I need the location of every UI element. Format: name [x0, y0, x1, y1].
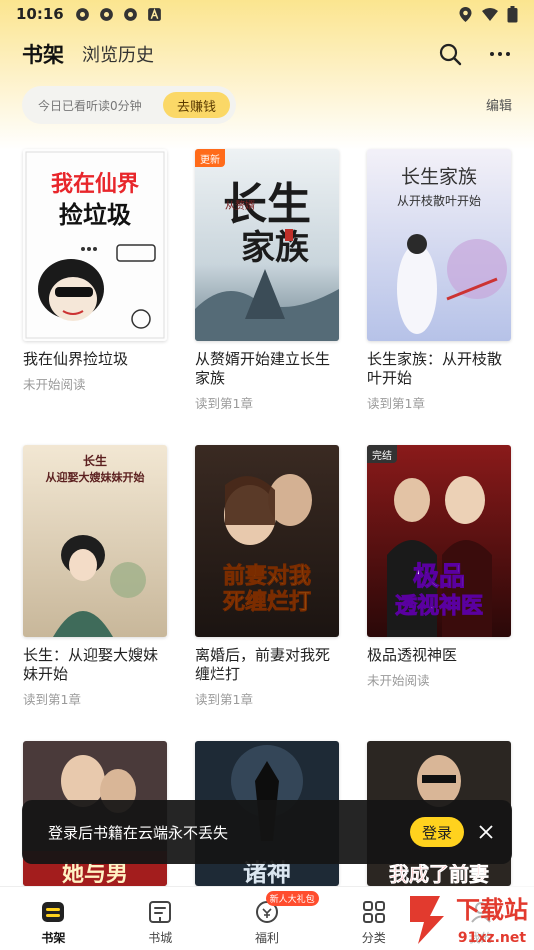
book-cover[interactable]: 我在仙界 捡垃圾: [23, 149, 167, 341]
earn-money-button[interactable]: 去赚钱: [162, 92, 230, 118]
app-notification-icon: [147, 7, 161, 21]
status-bar: 10:16: [0, 0, 534, 28]
close-icon[interactable]: [464, 810, 508, 854]
location-icon: [459, 6, 472, 22]
category-icon: [362, 901, 385, 923]
notification-icon: [99, 7, 113, 21]
nav-bookshelf[interactable]: 书架: [0, 887, 107, 950]
svg-text:捡垃圾: 捡垃圾: [59, 201, 131, 229]
svg-text:长生家族: 长生家族: [401, 166, 477, 188]
edit-button[interactable]: 编辑: [486, 95, 512, 114]
book-card[interactable]: 长生家族 从开枝散叶开始 长生家族：从开枝散叶开始 读到第1章: [367, 149, 513, 412]
tab-browse-history[interactable]: 浏览历史: [82, 41, 154, 67]
cover-title: 她与男: [62, 861, 128, 886]
book-store-icon: [149, 901, 172, 923]
book-cover[interactable]: 长生 从迎娶大嫂妹妹开始: [23, 445, 167, 637]
status-time: 10:16: [16, 5, 64, 23]
toast-message: 登录后书籍在云端永不丢失: [48, 823, 229, 842]
completed-tag: 完结: [367, 445, 397, 463]
more-icon[interactable]: [488, 42, 512, 66]
book-progress: 读到第1章: [195, 396, 253, 411]
svg-text:家族: 家族: [241, 228, 309, 268]
book-cover[interactable]: 长生家族 从开枝散叶开始: [367, 149, 511, 341]
notification-icon: [75, 7, 89, 21]
nav-bookstore[interactable]: 书城: [107, 887, 214, 950]
svg-text:前妻对我: 前妻对我: [223, 563, 311, 589]
book-progress: 未开始阅读: [367, 673, 430, 688]
nav-label: 分类: [361, 931, 386, 945]
update-tag: 更新: [195, 149, 225, 167]
book-title: 极品透视神医: [367, 646, 458, 664]
book-title: 从赘婿开始建立长生家族: [195, 350, 331, 387]
nav-label: 福利: [254, 931, 279, 945]
book-title: 离婚后，前妻对我死缠烂打: [195, 646, 331, 683]
book-card[interactable]: 长生 家族 从赘婿 更新 从赘婿开始建立长生家族 读到第1章: [195, 149, 341, 412]
book-cover[interactable]: 长生 家族 从赘婿 更新: [195, 149, 339, 341]
bookshelf-icon: [42, 902, 65, 922]
book-progress: 读到第1章: [195, 692, 253, 707]
login-toast: 登录后书籍在云端永不丢失 登录: [22, 800, 512, 864]
nav-welfare[interactable]: 福利 新人大礼包: [214, 887, 321, 950]
svg-text:极品: 极品: [413, 562, 465, 592]
nav-label: 书城: [148, 931, 173, 945]
book-cover[interactable]: 前妻对我 死缠烂打: [195, 445, 339, 637]
watermark-text: 下载站: [456, 896, 528, 924]
search-icon[interactable]: [438, 42, 462, 66]
svg-text:长生: 长生: [83, 453, 107, 468]
book-progress: 读到第1章: [367, 396, 425, 411]
svg-text:死缠烂打: 死缠烂打: [223, 589, 311, 615]
book-card[interactable]: 前妻对我 死缠烂打 离婚后，前妻对我死缠烂打 读到第1章: [195, 445, 341, 708]
book-title: 我在仙界捡垃圾: [23, 350, 129, 368]
book-title: 长生：从迎娶大嫂妹妹开始: [23, 646, 159, 683]
svg-text:从赘婿: 从赘婿: [225, 199, 255, 212]
login-button[interactable]: 登录: [409, 817, 464, 847]
nav-label: 书架: [41, 931, 66, 945]
reading-time-text: 今日已看听读0分钟: [38, 98, 142, 113]
tab-bookshelf[interactable]: 书架: [22, 39, 64, 69]
watermark-logo: 下载站 91xz.net: [404, 886, 534, 950]
svg-text:我在仙界: 我在仙界: [51, 171, 139, 197]
book-progress: 未开始阅读: [23, 377, 86, 392]
battery-icon: [507, 5, 518, 22]
top-bar: 书架 浏览历史: [0, 36, 534, 72]
watermark-url: 91xz.net: [458, 930, 526, 946]
cover-title: 我成了前妻: [389, 862, 489, 886]
book-progress: 读到第1章: [23, 692, 81, 707]
book-title: 长生家族：从开枝散叶开始: [367, 350, 503, 387]
book-cover[interactable]: 极品 透视神医 完结: [367, 445, 511, 637]
svg-text:透视神医: 透视神医: [395, 593, 483, 619]
book-card[interactable]: 我在仙界 捡垃圾 我在仙界捡垃圾 未开始阅读: [23, 149, 169, 393]
notification-icon: [123, 7, 137, 21]
reading-time-bar: 今日已看听读0分钟 去赚钱: [22, 86, 236, 124]
wifi-icon: [482, 7, 498, 21]
book-card[interactable]: 长生 从迎娶大嫂妹妹开始 长生：从迎娶大嫂妹妹开始 读到第1章: [23, 445, 169, 708]
book-card[interactable]: 极品 透视神医 完结 极品透视神医 未开始阅读: [367, 445, 513, 689]
svg-text:从开枝散叶开始: 从开枝散叶开始: [397, 193, 481, 208]
new-user-gift-badge: 新人大礼包: [265, 891, 319, 906]
svg-text:从迎娶大嫂妹妹开始: 从迎娶大嫂妹妹开始: [46, 470, 145, 484]
